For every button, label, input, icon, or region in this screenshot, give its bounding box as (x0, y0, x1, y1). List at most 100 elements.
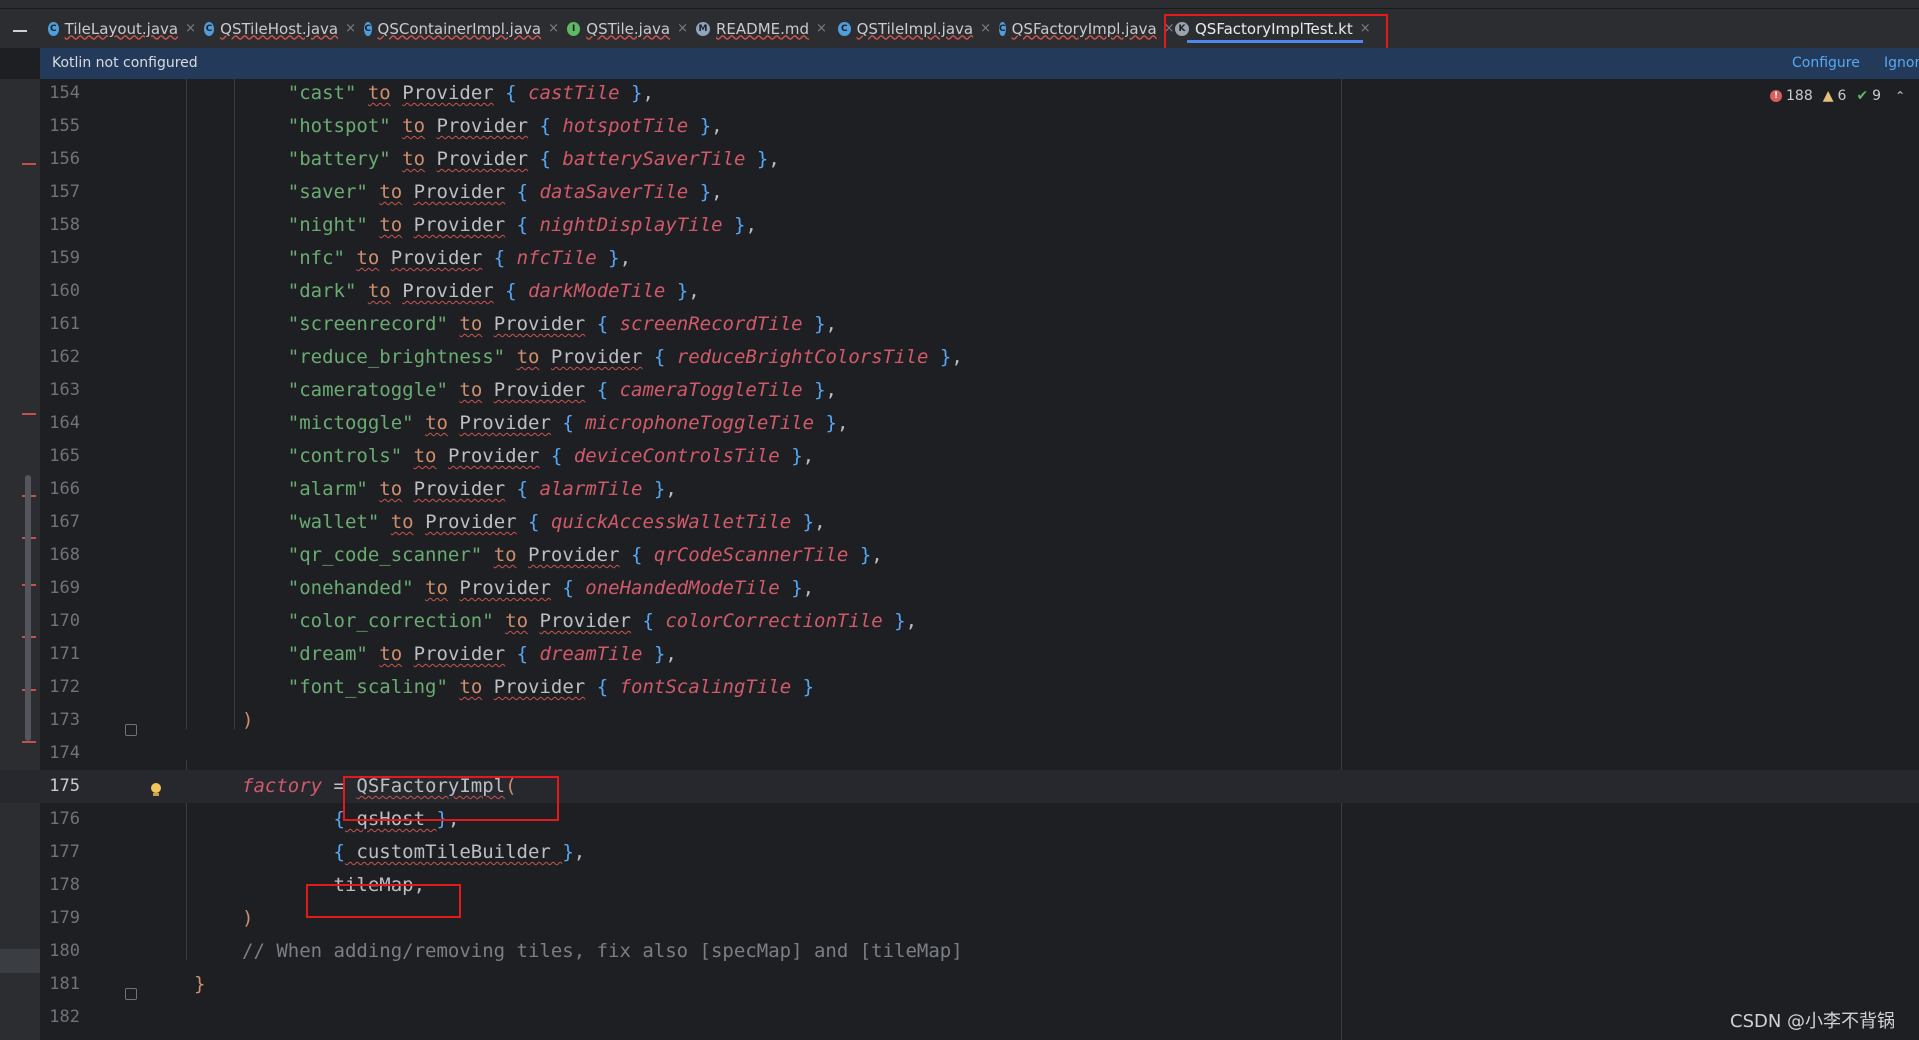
code-line[interactable]: 181} (0, 968, 1919, 1001)
code-line[interactable]: 165 "controls" to Provider { deviceContr… (0, 440, 1919, 473)
code-line[interactable]: 180 // When adding/removing tiles, fix al… (0, 935, 1919, 968)
code-token: "color_correction" (287, 610, 494, 632)
close-icon[interactable]: × (185, 21, 196, 36)
code-line[interactable]: 160 "dark" to Provider { darkModeTile }, (0, 275, 1919, 308)
code-line[interactable]: 162 "reduce_brightness" to Provider { re… (0, 341, 1919, 374)
tab-tilelayout-java[interactable]: C TileLayout.java × (48, 9, 196, 48)
code-token: , (642, 82, 654, 104)
code-token: nightDisplayTile (539, 214, 723, 236)
code-line[interactable]: 176 { qsHost }, (0, 803, 1919, 836)
fold-marker-icon[interactable] (125, 988, 137, 1000)
highlight-tilemap-box (306, 884, 461, 918)
code-line[interactable]: 164 "mictoggle" to Provider { microphone… (0, 407, 1919, 440)
close-icon[interactable]: × (548, 21, 559, 36)
java-class-icon: C (48, 21, 59, 36)
code-line[interactable]: 175 factory = QSFactoryImpl( (0, 770, 1919, 803)
code-token: to (413, 445, 437, 467)
tab-qstilehost-java[interactable]: C QSTileHost.java × (204, 9, 356, 48)
code-token: to (425, 577, 448, 599)
code-text: "night" to Provider { nightDisplayTile }… (242, 209, 757, 242)
code-line[interactable]: 161 "screenrecord" to Provider { screenR… (0, 308, 1919, 341)
inspection-widget[interactable]: ! 188 ▲ 6 ✔ 9 ⌃ (1770, 88, 1905, 104)
code-line[interactable]: 172 "font_scaling" to Provider { fontSca… (0, 671, 1919, 704)
code-line[interactable]: 173) (0, 704, 1919, 737)
code-line[interactable]: 157 "saver" to Provider { dataSaverTile … (0, 176, 1919, 209)
code-token: { (505, 280, 517, 302)
code-line[interactable]: 171 "dream" to Provider { dreamTile }, (0, 638, 1919, 671)
line-number: 163 (49, 380, 80, 400)
code-line[interactable]: 156 "battery" to Provider { batterySaver… (0, 143, 1919, 176)
code-token: } (608, 247, 620, 269)
code-line[interactable]: 168 "qr_code_scanner" to Provider { qrCo… (0, 539, 1919, 572)
lightbulb-icon[interactable] (150, 783, 162, 797)
code-token: { (528, 511, 540, 533)
code-token: , (745, 214, 757, 236)
code-line[interactable]: 174 (0, 737, 1919, 770)
line-number: 160 (49, 281, 80, 301)
chevron-up-icon[interactable]: ⌃ (1895, 89, 1905, 103)
code-line[interactable]: 182 (0, 1001, 1919, 1034)
code-line[interactable]: 177 { customTileBuilder }, (0, 836, 1919, 869)
code-token: cameraToggleTile (619, 379, 803, 401)
tab-readme-md[interactable]: M README.md × (696, 9, 830, 48)
code-token: Provider (493, 379, 586, 401)
code-token: to (425, 412, 448, 434)
code-line[interactable]: 167 "wallet" to Provider { quickAccessWa… (0, 506, 1919, 539)
code-line[interactable]: 166 "alarm" to Provider { alarmTile }, (0, 473, 1919, 506)
configure-link[interactable]: Configure (1792, 48, 1860, 79)
close-icon[interactable]: × (816, 21, 827, 36)
close-icon[interactable]: × (345, 21, 356, 36)
code-line[interactable]: 154 "cast" to Provider { castTile }, (0, 77, 1919, 110)
code-token: , (825, 313, 837, 335)
code-token: { (596, 676, 609, 698)
notification-message: Kotlin not configured (52, 55, 198, 71)
watermark: CSDN @小李不背锅 (1730, 1011, 1896, 1032)
tab-qscontainerimpl-java[interactable]: C QSContainerImpl.java × (364, 9, 559, 48)
java-class-icon: C (204, 21, 215, 36)
code-token: dreamTile (539, 643, 643, 665)
code-token: to (356, 247, 380, 269)
code-token: { (493, 247, 506, 269)
java-interface-icon: I (567, 21, 581, 36)
ignore-link[interactable]: Ignor (1884, 48, 1919, 79)
code-line[interactable]: 155 "hotspot" to Provider { hotspotTile … (0, 110, 1919, 143)
tab-qstile-java[interactable]: I QSTile.java × (567, 9, 688, 48)
code-line[interactable]: 169 "onehanded" to Provider { oneHandedM… (0, 572, 1919, 605)
tab-qstileimpl-java[interactable]: C QSTileImpl.java × (838, 9, 991, 48)
code-token: qrCodeScannerTile (653, 544, 849, 566)
tab-qsfactoryimpl-java[interactable]: C QSFactoryImpl.java × (999, 9, 1175, 48)
code-line[interactable]: 179) (0, 902, 1919, 935)
close-icon[interactable]: × (980, 21, 991, 36)
fold-marker-icon[interactable] (125, 724, 137, 736)
code-token: { (539, 115, 551, 137)
code-token: , (619, 247, 632, 269)
code-line[interactable]: 163 "cameratoggle" to Provider { cameraT… (0, 374, 1919, 407)
code-line[interactable]: 159 "nfc" to Provider { nfcTile }, (0, 242, 1919, 275)
code-token: { (516, 214, 529, 236)
code-token: batterySaverTile (562, 148, 746, 170)
close-icon[interactable]: × (677, 21, 688, 36)
hide-panel-button[interactable] (0, 9, 40, 48)
line-number: 165 (49, 446, 80, 466)
code-line[interactable]: 170 "color_correction" to Provider { col… (0, 605, 1919, 638)
code-line[interactable]: 178 tileMap, (0, 869, 1919, 902)
code-line[interactable]: 158 "night" to Provider { nightDisplayTi… (0, 209, 1919, 242)
